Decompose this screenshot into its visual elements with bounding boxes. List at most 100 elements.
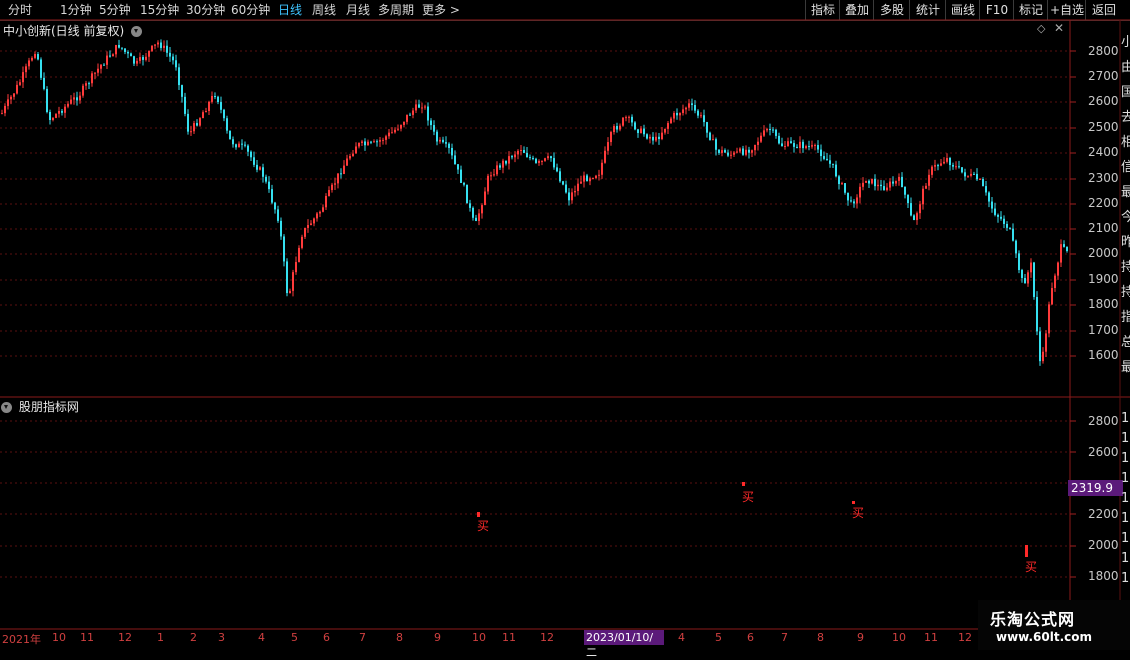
watermark-logo: 乐淘公式网 www.60lt.com (978, 600, 1130, 650)
candle-body (937, 165, 939, 167)
candle-body (358, 142, 360, 147)
candle-body (991, 201, 993, 209)
candle-body (280, 220, 282, 237)
diamond-icon[interactable]: ◇ (1037, 22, 1045, 35)
candle-body (37, 54, 39, 60)
axis-label: 2300 (1088, 171, 1119, 185)
candle-body (148, 50, 150, 57)
candle-body (19, 82, 21, 85)
candle-body (295, 262, 297, 273)
candle-body (67, 103, 69, 107)
candle-body (1054, 275, 1056, 289)
candle-body (340, 173, 342, 175)
candle-body (652, 136, 654, 141)
candle-body (742, 148, 744, 155)
candle-body (229, 130, 231, 140)
axis-label: 1900 (1088, 272, 1119, 286)
candle-body (379, 140, 381, 142)
candle-body (970, 173, 972, 176)
info-char: 信 (1121, 160, 1130, 175)
candle-body (532, 157, 534, 159)
info-char: 国 (1121, 85, 1130, 100)
candle-body (868, 180, 870, 184)
axis-label: 2500 (1088, 120, 1119, 134)
candle-body (1015, 240, 1017, 254)
candle-body (124, 48, 126, 52)
candle-body (487, 175, 489, 192)
candle-body (757, 141, 759, 145)
candle-body (922, 188, 924, 205)
date-label: 7 (359, 631, 366, 644)
candle-body (433, 125, 435, 132)
main-panel-title-text: 中小创新(日线 前复权) (3, 24, 125, 38)
candle-body (667, 123, 669, 129)
candle-body (79, 95, 81, 101)
candle-body (139, 57, 141, 61)
candle-body (958, 166, 960, 168)
candle-body (418, 104, 420, 108)
date-label: 9 (857, 631, 864, 644)
axis-label: 2000 (1088, 246, 1119, 260)
candle-body (880, 184, 882, 187)
candle-body (772, 129, 774, 131)
candle-body (115, 44, 117, 55)
candle-body (571, 192, 573, 201)
candle-body (919, 204, 921, 214)
info-char: 今 (1121, 210, 1130, 225)
candle-body (211, 95, 213, 102)
info-char: 1 (1121, 451, 1130, 466)
candle-body (352, 153, 354, 157)
candle-body (46, 88, 48, 112)
candle-body (916, 213, 918, 221)
candle-body (373, 141, 375, 143)
candle-body (184, 96, 186, 114)
candle-body (1021, 270, 1023, 278)
candle-body (226, 118, 228, 131)
close-icon[interactable]: ✕ (1054, 21, 1064, 35)
candle-body (889, 181, 891, 188)
date-label: 5 (291, 631, 298, 644)
candle-body (349, 156, 351, 159)
candle-body (700, 115, 702, 117)
crosshair-date-tag: 2023/01/10/二 (584, 630, 664, 659)
candle-body (133, 56, 135, 64)
candle-body (76, 97, 78, 101)
candle-body (481, 205, 483, 214)
candle-body (1024, 277, 1026, 284)
info-char: 小 (1121, 35, 1130, 50)
candle-body (403, 121, 405, 125)
watermark-url: www.60lt.com (996, 630, 1093, 644)
candle-body (1018, 253, 1020, 271)
candle-body (760, 135, 762, 142)
candle-body (790, 141, 792, 144)
candle-body (547, 156, 549, 159)
candle-body (511, 156, 513, 158)
candle-body (472, 207, 474, 218)
candle-body (367, 141, 369, 146)
chevron-down-icon[interactable] (131, 26, 143, 37)
candle-body (847, 192, 849, 201)
candle-body (325, 196, 327, 208)
candle-body (676, 112, 678, 116)
kline-chart[interactable] (0, 0, 1130, 650)
candle-body (166, 45, 168, 53)
candle-body (232, 139, 234, 145)
date-label: 1 (157, 631, 164, 644)
candle-body (136, 60, 138, 64)
candle-body (88, 83, 90, 85)
chevron-down-icon[interactable] (1, 402, 12, 413)
candle-body (724, 150, 726, 153)
candle-body (235, 144, 237, 148)
axis-label: 1800 (1088, 297, 1119, 311)
candle-body (964, 172, 966, 177)
candle-body (928, 174, 930, 186)
candle-body (658, 136, 660, 140)
candle-body (208, 101, 210, 112)
candle-body (1048, 304, 1050, 334)
candle-body (517, 150, 519, 155)
candle-body (901, 176, 903, 188)
candle-body (55, 113, 57, 118)
candle-body (421, 107, 423, 109)
date-label: 8 (396, 631, 403, 644)
candle-body (364, 141, 366, 146)
